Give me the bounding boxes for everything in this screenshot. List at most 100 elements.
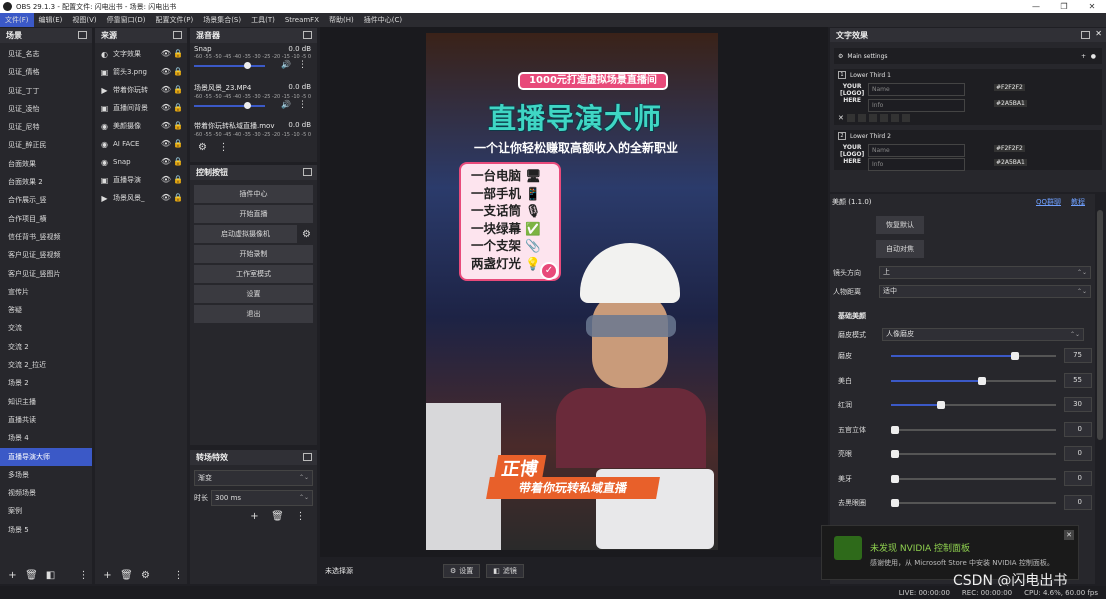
source-item[interactable]: ◉ AI FACE 👁 🔒 — [95, 135, 187, 153]
beauty-slider[interactable] — [891, 425, 1056, 434]
minimize-icon[interactable]: — — [1022, 0, 1050, 13]
transition-select[interactable]: 渐变 — [194, 470, 313, 486]
distance-select[interactable]: 适中 — [879, 285, 1091, 298]
more-icon[interactable]: ⋮ — [298, 100, 307, 110]
toggle-dot-icon[interactable]: ● — [1091, 53, 1096, 60]
beauty-slider[interactable] — [891, 474, 1056, 483]
more-icon[interactable]: ⋮ — [172, 569, 185, 582]
scene-item[interactable]: 宣传片 — [0, 283, 92, 301]
source-item[interactable]: ▣ 直播间背景 👁 🔒 — [95, 99, 187, 117]
eye-icon[interactable]: 👁 — [161, 67, 171, 76]
auto-focus-button[interactable]: 自动对焦 — [876, 240, 924, 258]
lock-icon[interactable]: 🔒 — [173, 49, 183, 58]
eye-icon[interactable]: 👁 — [161, 103, 171, 112]
popout-icon[interactable] — [303, 453, 312, 461]
popout-icon[interactable] — [78, 31, 87, 39]
studio-mode-button[interactable]: 工作室模式 — [194, 265, 313, 283]
tutorial-link[interactable]: 教程 — [1071, 197, 1085, 207]
scene-item[interactable]: 合作展示_竖 — [0, 191, 92, 209]
scene-item[interactable]: 直播导演大师 — [0, 447, 92, 466]
scene-item[interactable]: 知识主播 — [0, 393, 92, 411]
plugin-center-button[interactable]: 插件中心 — [194, 185, 313, 203]
source-filters-button[interactable]: ◧ 滤镜 — [486, 564, 524, 578]
lock-icon[interactable]: 🔒 — [173, 139, 183, 148]
lock-icon[interactable]: 🔒 — [173, 175, 183, 184]
menu-streamfx[interactable]: StreamFX — [280, 13, 324, 27]
scene-item[interactable]: 答疑 — [0, 301, 92, 319]
scene-item[interactable]: 直播共读 — [0, 411, 92, 429]
lock-icon[interactable]: 🔒 — [173, 85, 183, 94]
eye-icon[interactable]: 👁 — [161, 193, 171, 202]
scene-item[interactable]: 场景 5 — [0, 521, 92, 539]
scene-item[interactable]: 交流 2 — [0, 338, 92, 356]
add-transition-button[interactable]: + — [248, 510, 261, 523]
scene-item[interactable]: 见证_尼特 — [0, 118, 92, 136]
scene-item[interactable]: 信任背书_竖视频 — [0, 228, 92, 246]
scene-item[interactable]: 交流 2_拉近 — [0, 356, 92, 374]
source-settings-icon[interactable]: ⚙ — [139, 569, 152, 582]
lt2-name-field[interactable]: Name — [868, 144, 965, 157]
volume-slider[interactable]: 🔊 ⋮ — [194, 100, 313, 110]
lock-icon[interactable]: 🔒 — [173, 67, 183, 76]
remove-source-icon[interactable]: 🗑 — [120, 569, 133, 582]
popout-icon[interactable] — [1081, 31, 1090, 39]
slider-knob[interactable] — [1010, 352, 1019, 360]
scene-item[interactable]: 交流 — [0, 319, 92, 337]
scene-item[interactable]: 见证_凌怡 — [0, 100, 92, 118]
lt2-color-2[interactable]: #2A5BA1 — [994, 159, 1027, 166]
lt2-info-field[interactable]: Info — [868, 158, 965, 171]
close-icon[interactable]: ✕ — [838, 114, 844, 122]
eye-icon[interactable]: 👁 — [161, 139, 171, 148]
speaker-icon[interactable]: 🔊 — [281, 60, 291, 69]
scene-item[interactable]: 场景 4 — [0, 429, 92, 447]
beauty-scrollbar[interactable] — [1097, 210, 1103, 440]
lock-icon[interactable]: 🔒 — [173, 193, 183, 202]
preview-canvas[interactable]: 1000元打造虚拟场景直播间 直播导演大师 一个让你轻松赚取高额收入的全新职业 … — [426, 33, 718, 550]
swatch[interactable] — [868, 114, 877, 122]
slider-value-input[interactable]: 30 — [1064, 397, 1092, 412]
swatch[interactable] — [879, 114, 888, 122]
add-source-button[interactable]: + — [101, 569, 114, 582]
scene-item[interactable]: 视频场景 — [0, 484, 92, 502]
more-icon[interactable]: ⋮ — [294, 510, 307, 523]
swatch[interactable] — [857, 114, 866, 122]
volume-slider[interactable]: 🔊 ⋮ — [194, 60, 313, 70]
settings-button[interactable]: 设置 — [194, 285, 313, 303]
scene-item[interactable]: 见证_倩格 — [0, 63, 92, 81]
main-settings-row[interactable]: ⚙ Main settings + ● — [834, 48, 1102, 64]
scene-item[interactable]: 多场景 — [0, 466, 92, 484]
scene-item[interactable]: 见证_名志 — [0, 45, 92, 63]
volume-knob[interactable] — [243, 102, 251, 109]
lt1-name-field[interactable]: Name — [868, 83, 965, 96]
beauty-slider[interactable] — [891, 450, 1056, 458]
close-icon[interactable]: ✕ — [1078, 0, 1106, 13]
slider-value-input[interactable]: 0 — [1064, 446, 1092, 461]
speaker-icon[interactable]: 🔊 — [281, 100, 291, 109]
lock-icon[interactable]: 🔒 — [173, 157, 183, 166]
source-settings-button[interactable]: ⚙ 设置 — [443, 564, 481, 578]
maximize-icon[interactable]: ❐ — [1050, 0, 1078, 13]
menu-view[interactable]: 视图(V) — [67, 13, 101, 27]
scene-item[interactable]: 合作项目_横 — [0, 210, 92, 228]
beauty-slider[interactable] — [891, 352, 1056, 360]
slider-value-input[interactable]: 0 — [1064, 470, 1092, 486]
menu-plugin-center[interactable]: 插件中心(C) — [359, 13, 407, 27]
reset-default-button[interactable]: 恢复默认 — [876, 216, 924, 234]
popout-icon[interactable] — [303, 168, 312, 176]
slider-knob[interactable] — [977, 376, 986, 385]
swatch[interactable] — [890, 114, 899, 122]
beauty-slider[interactable] — [891, 401, 1056, 409]
more-icon[interactable]: ⋮ — [217, 141, 230, 154]
scene-item[interactable]: 客户见证_竖视频 — [0, 246, 92, 264]
lt1-color-1[interactable]: #F2F2F2 — [994, 84, 1025, 91]
beauty-slider[interactable] — [891, 376, 1056, 385]
slider-value-input[interactable]: 75 — [1064, 348, 1092, 363]
slider-value-input[interactable]: 55 — [1064, 372, 1092, 388]
source-item[interactable]: ▶ 场景风景_ 👁 🔒 — [95, 189, 187, 207]
more-icon[interactable]: ⋮ — [77, 569, 90, 582]
mode-select[interactable]: 人像磨皮 — [882, 328, 1084, 341]
eye-icon[interactable]: 👁 — [161, 175, 171, 184]
gear-icon[interactable]: ⚙ — [300, 228, 313, 241]
lt2-color-1[interactable]: #F2F2F2 — [994, 145, 1025, 152]
swatch[interactable] — [846, 114, 855, 122]
